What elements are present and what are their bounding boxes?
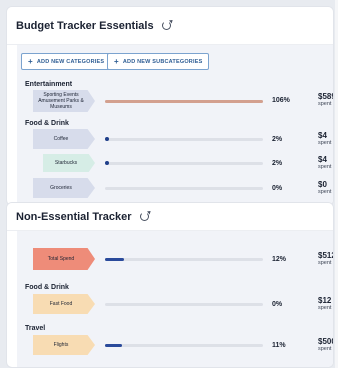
add-subcategories-label: ADD NEW SUBCATEGORIES	[122, 58, 203, 65]
percent-value: 11%	[272, 342, 286, 349]
percent-value: 106%	[272, 97, 290, 104]
progress-track	[105, 100, 263, 103]
spent-label: spent	[318, 189, 332, 195]
subcategory-tag-starbucks[interactable]: Starbucks	[43, 154, 95, 172]
amount-value: $0	[318, 180, 327, 189]
nonessential-card: Non-Essential Tracker Total Spend 12% $5…	[6, 202, 334, 368]
percent-value: 0%	[272, 185, 283, 192]
percent-value: 2%	[272, 160, 283, 167]
progress-indicator	[105, 161, 109, 165]
spent-amount: $589spent	[318, 92, 333, 108]
spent-label: spent	[318, 140, 332, 146]
amount-value: $4	[318, 155, 327, 164]
progress-track	[105, 137, 263, 141]
progress-fill	[105, 100, 263, 103]
amount-value: $512	[318, 251, 333, 260]
progress-indicator	[105, 137, 109, 141]
progress-track	[105, 303, 263, 306]
subcategory-tag-fast-food[interactable]: Fast Food	[33, 294, 95, 314]
spent-label: spent	[318, 101, 332, 107]
nonessential-title: Non-Essential Tracker	[16, 210, 132, 223]
plus-icon: +	[114, 57, 119, 66]
spent-label: spent	[318, 260, 332, 266]
spent-amount: $12 spent	[318, 296, 331, 312]
spent-label: spent	[318, 164, 332, 170]
plus-icon: +	[28, 57, 33, 66]
percent-value: 12%	[272, 256, 287, 263]
essentials-title: Budget Tracker Essentials	[16, 19, 154, 32]
refresh-icon[interactable]	[161, 21, 171, 30]
progress-fill	[105, 258, 124, 261]
essentials-header: Budget Tracker Essentials	[7, 7, 333, 45]
progress-track	[105, 187, 263, 190]
progress-track	[105, 344, 263, 347]
spent-amount: $4 spent	[318, 155, 331, 171]
spent-label: spent	[318, 346, 332, 352]
amount-value: $500	[318, 337, 333, 346]
amount-value: $589	[318, 92, 333, 101]
subcategory-tag-groceries[interactable]: Groceries	[33, 178, 95, 198]
amount-value: $12	[318, 296, 332, 305]
progress-fill	[105, 344, 123, 347]
subcategory-tag-sporting-events[interactable]: Sporting Events Amusement Parks & Museum…	[33, 90, 95, 112]
subcategory-tag-flights[interactable]: Flights	[33, 335, 95, 355]
refresh-icon[interactable]	[139, 212, 149, 221]
category-entertainment: Entertainment	[25, 81, 73, 88]
spent-amount: $500spent	[318, 337, 333, 353]
subcategory-tag-coffee[interactable]: Coffee	[33, 129, 95, 149]
category-food-drink: Food & Drink	[25, 120, 69, 127]
progress-track	[105, 258, 263, 261]
essentials-panel: + ADD NEW CATEGORIES + ADD NEW SUBCATEGO…	[17, 45, 333, 205]
spent-amount: $4 spent	[318, 131, 331, 147]
total-spend-tag[interactable]: Total Spend	[33, 248, 95, 270]
progress-track	[105, 161, 263, 165]
nonessential-header: Non-Essential Tracker	[7, 203, 333, 231]
nonessential-panel: Total Spend 12% $512spent Food & Drink F…	[17, 231, 333, 367]
spent-amount: $0 spent	[318, 180, 331, 196]
percent-value: 0%	[272, 301, 283, 308]
spent-amount: $512spent	[318, 251, 333, 267]
spent-label: spent	[318, 305, 332, 311]
amount-value: $4	[318, 131, 327, 140]
add-categories-label: ADD NEW CATEGORIES	[36, 58, 105, 65]
category-food-drink: Food & Drink	[25, 284, 69, 291]
essentials-card: Budget Tracker Essentials + ADD NEW CATE…	[6, 6, 334, 206]
add-subcategories-button[interactable]: + ADD NEW SUBCATEGORIES	[107, 53, 210, 70]
category-travel: Travel	[25, 325, 46, 332]
add-categories-button[interactable]: + ADD NEW CATEGORIES	[21, 53, 112, 70]
percent-value: 2%	[272, 136, 283, 143]
